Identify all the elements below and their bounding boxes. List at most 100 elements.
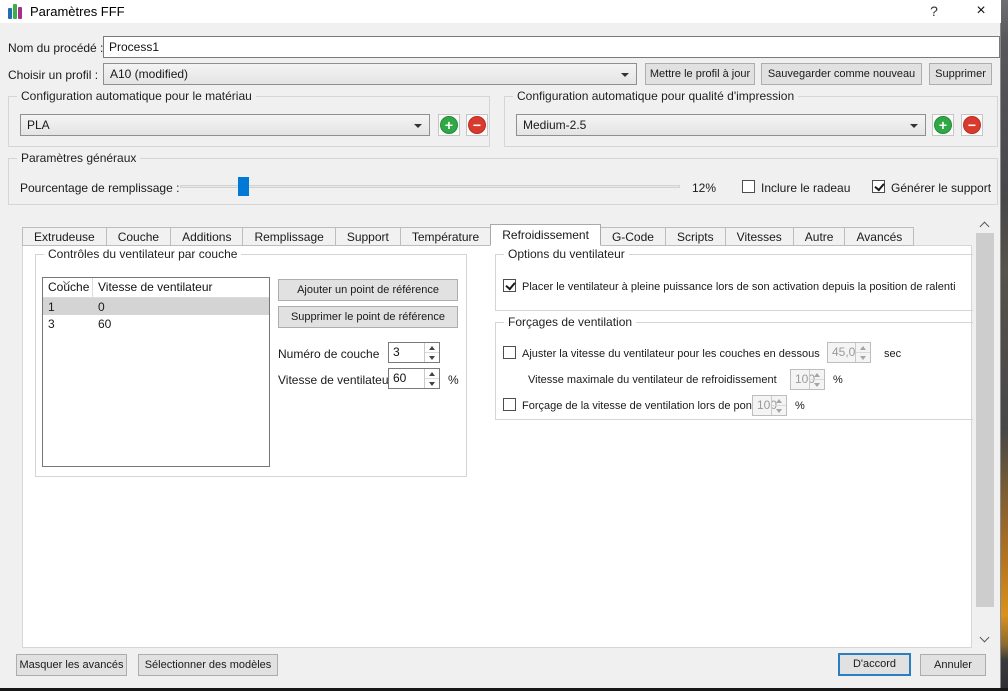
tab-refroidissement[interactable]: Refroidissement [490, 224, 601, 246]
bridging-fan-value: 100 [757, 396, 770, 415]
infill-slider[interactable] [180, 177, 680, 197]
fan-setpoints-table[interactable]: Couche Vitesse de ventilateur 1 0 3 60 [42, 277, 270, 467]
tab-autre[interactable]: Autre [793, 227, 846, 246]
chevron-down-icon [621, 73, 629, 77]
tab-extrudeuse[interactable]: Extrudeuse [22, 227, 107, 246]
add-quality-button[interactable]: + [932, 114, 954, 136]
bridging-fan-stepper: 100 [752, 395, 787, 416]
quality-selected-value: Medium-2.5 [523, 118, 586, 132]
hide-advanced-button[interactable]: Masquer les avancés [16, 654, 127, 676]
profile-selected-value: A10 (modified) [110, 67, 188, 81]
include-raft-label: Inclure le radeau [761, 181, 850, 195]
remove-quality-button[interactable]: − [961, 114, 983, 136]
add-setpoint-button[interactable]: Ajouter un point de référence [278, 279, 458, 301]
spin-up-icon [810, 370, 824, 380]
close-icon[interactable]: × [962, 0, 1000, 22]
fan-speed-label: Vitesse de ventilateur [278, 373, 393, 387]
chevron-down-icon [910, 124, 918, 128]
material-selected-value: PLA [27, 118, 50, 132]
spin-down-icon[interactable] [425, 353, 439, 363]
spin-up-icon[interactable] [425, 343, 439, 353]
fan-options-title: Options du ventilateur [504, 247, 629, 261]
tab-additions[interactable]: Additions [170, 227, 243, 246]
vertical-scrollbar[interactable] [973, 218, 997, 646]
infill-slider-groove [180, 185, 680, 188]
cancel-button[interactable]: Annuler [920, 654, 986, 676]
layer-number-label: Numéro de couche [278, 347, 379, 361]
settings-tab-bar: Extrudeuse Couche Additions Remplissage … [22, 224, 913, 246]
infill-slider-thumb[interactable] [238, 177, 249, 196]
bridging-fan-unit: % [795, 400, 805, 412]
ok-button[interactable]: D'accord [838, 653, 911, 676]
auto-quality-title: Configuration automatique pour qualité d… [513, 89, 798, 103]
save-as-new-button[interactable]: Sauvegarder comme nouveau [761, 63, 922, 85]
title-bar[interactable]: Paramètres FFF ? × [0, 0, 1001, 23]
fan-speed-value: 60 [393, 369, 423, 388]
background-app-strip [1001, 0, 1008, 691]
include-raft-checkbox[interactable] [742, 180, 755, 193]
infill-label: Pourcentage de remplissage : [20, 181, 179, 195]
max-cooling-fan-value: 100 [795, 370, 808, 389]
update-profile-button[interactable]: Mettre le profil à jour [645, 63, 755, 85]
window-title: Paramètres FFF [30, 4, 125, 19]
auto-material-title: Configuration automatique pour le matéri… [17, 89, 256, 103]
layer-number-stepper[interactable]: 3 [388, 342, 440, 363]
fan-blip-checkbox[interactable] [503, 279, 516, 292]
max-cooling-fan-unit: % [833, 374, 843, 386]
scroll-down-icon[interactable] [973, 632, 997, 646]
tab-avances[interactable]: Avancés [844, 227, 914, 246]
max-cooling-fan-stepper: 100 [790, 369, 825, 390]
fan-speed-unit: % [448, 373, 459, 387]
spin-down-icon[interactable] [425, 379, 439, 389]
general-settings-title: Paramètres généraux [17, 151, 140, 165]
delete-profile-button[interactable]: Supprimer [929, 63, 992, 85]
fff-settings-dialog: Paramètres FFF ? × Nom du procédé : Choi… [0, 0, 1001, 688]
bridging-fan-checkbox[interactable] [503, 398, 516, 411]
spin-up-icon [772, 396, 786, 406]
tab-scripts[interactable]: Scripts [665, 227, 726, 246]
tab-vitesses[interactable]: Vitesses [725, 227, 794, 246]
column-header-vitesse[interactable]: Vitesse de ventilateur [93, 278, 269, 297]
tab-remplissage[interactable]: Remplissage [242, 227, 335, 246]
table-row[interactable]: 1 0 [43, 298, 269, 315]
plus-icon: + [440, 116, 458, 134]
infill-percent-value: 12% [692, 181, 716, 195]
adjust-fan-below-checkbox[interactable] [503, 346, 516, 359]
adjust-fan-seconds-value: 45,0 [832, 343, 854, 362]
spin-up-icon[interactable] [425, 369, 439, 379]
fan-overrides-title: Forçages de ventilation [504, 315, 636, 329]
remove-material-button[interactable]: − [466, 114, 488, 136]
add-material-button[interactable]: + [438, 114, 460, 136]
tab-temperature[interactable]: Température [400, 227, 491, 246]
select-models-button[interactable]: Sélectionner des modèles [138, 654, 278, 676]
scroll-up-icon[interactable] [973, 218, 997, 232]
scrollbar-thumb[interactable] [976, 233, 994, 607]
tab-couche[interactable]: Couche [106, 227, 171, 246]
minus-icon: − [963, 116, 981, 134]
tab-gcode[interactable]: G-Code [600, 227, 666, 246]
profile-select[interactable]: A10 (modified) [103, 63, 637, 85]
fan-blip-label: Placer le ventilateur à pleine puissance… [522, 281, 956, 293]
fan-table-header[interactable]: Couche Vitesse de ventilateur [43, 278, 269, 298]
chevron-down-icon [414, 124, 422, 128]
tab-support[interactable]: Support [335, 227, 401, 246]
generate-support-checkbox[interactable] [872, 180, 885, 193]
bridging-fan-label: Forçage de la vitesse de ventilation lor… [522, 400, 773, 412]
minus-icon: − [468, 116, 486, 134]
adjust-fan-seconds-stepper: 45,0 [827, 342, 871, 363]
process-name-label: Nom du procédé : [8, 41, 103, 55]
fan-controls-title: Contrôles du ventilateur par couche [44, 247, 241, 261]
layer-number-value: 3 [393, 343, 423, 362]
spin-down-icon [772, 406, 786, 416]
quality-select[interactable]: Medium-2.5 [516, 114, 926, 136]
profile-label: Choisir un profil : [8, 68, 98, 82]
adjust-fan-seconds-unit: sec [884, 348, 901, 360]
fan-speed-stepper[interactable]: 60 [388, 368, 440, 389]
help-icon[interactable]: ? [922, 1, 946, 22]
spin-up-icon [856, 343, 870, 353]
material-select[interactable]: PLA [20, 114, 430, 136]
column-header-couche[interactable]: Couche [43, 278, 93, 297]
process-name-input[interactable] [103, 36, 1000, 58]
remove-setpoint-button[interactable]: Supprimer le point de référence [278, 306, 458, 328]
table-row[interactable]: 3 60 [43, 315, 269, 332]
